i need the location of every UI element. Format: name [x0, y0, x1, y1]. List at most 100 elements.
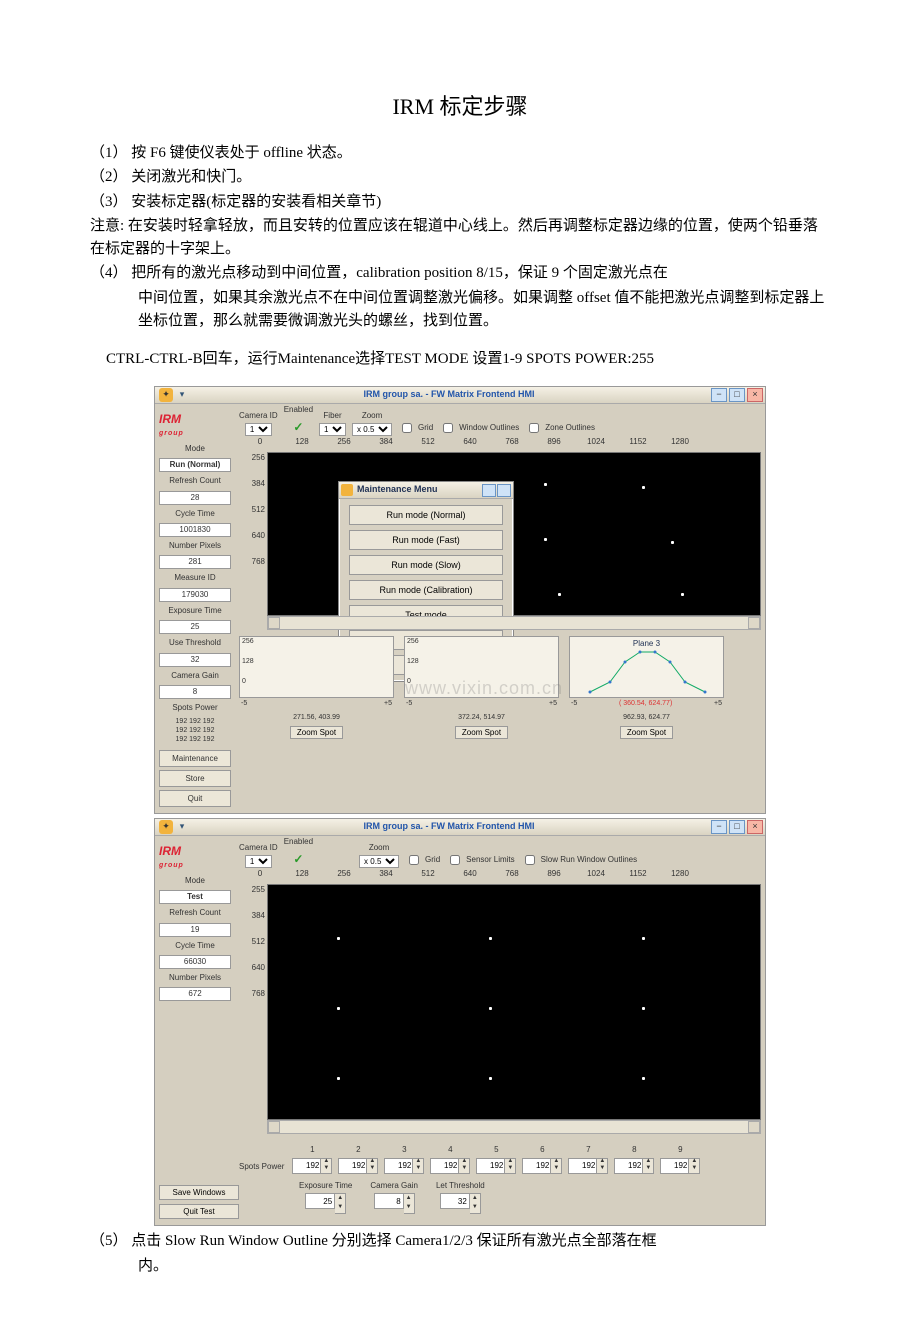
spot-power-input-8[interactable] [614, 1158, 643, 1174]
dropdown-icon[interactable]: ▾ [177, 820, 187, 834]
gear-icon[interactable]: ✦ [159, 388, 173, 402]
a-zo-label: Zone Outlines [545, 422, 595, 434]
a-exp-value: 25 [159, 620, 231, 634]
dropdown-icon[interactable]: ▾ [177, 388, 187, 402]
a-cg-value: 8 [159, 685, 231, 699]
b-zoom-label: Zoom [369, 842, 389, 854]
spot-power-input-5[interactable] [476, 1158, 505, 1174]
a-wo-label: Window Outlines [459, 422, 519, 434]
step-5a: （5） 点击 Slow Run Window Outline 分别选择 Came… [90, 1230, 830, 1253]
a-grid-check[interactable] [402, 423, 412, 433]
maintenance-menu-item[interactable]: Run mode (Fast) [349, 530, 503, 550]
b-mode-value: Test [159, 890, 231, 904]
a-plots-row: 2561280 -5+5 271.56, 403.99 Zoom Spot 25… [239, 636, 761, 740]
spot-power-input-6[interactable] [522, 1158, 551, 1174]
b-refresh-label: Refresh Count [159, 907, 231, 919]
maintenance-menu-item[interactable]: Run mode (Slow) [349, 555, 503, 575]
plot1-foot: 271.56, 403.99 [239, 713, 394, 724]
check-icon: ✓ [293, 850, 303, 869]
page-title: IRM 标定步骤 [90, 90, 830, 124]
a-zo-check[interactable] [529, 423, 539, 433]
a-zoom-select[interactable]: x 0.5 [352, 423, 392, 436]
spot-power-input-2[interactable] [338, 1158, 367, 1174]
spot-power-input-1[interactable] [292, 1158, 321, 1174]
step-4b: 中间位置，如果其余激光点不在中间位置调整激光偏移。如果调整 offset 值不能… [90, 287, 830, 334]
spot-power-input-3[interactable] [384, 1158, 413, 1174]
step-3: （3） 安装标定器(标定器的安装看相关章节) [90, 191, 830, 214]
maintenance-menu-item[interactable]: Run mode (Normal) [349, 505, 503, 525]
gear-icon[interactable]: ✦ [159, 820, 173, 834]
a-refresh-label: Refresh Count [159, 475, 231, 487]
minimize-button[interactable]: − [711, 388, 727, 402]
b-np-value: 672 [159, 987, 231, 1001]
b-ut-input[interactable] [440, 1193, 470, 1209]
spot-power-1: 1▲▼ [292, 1144, 332, 1173]
a-enabled-label: Enabled [284, 404, 313, 416]
spot-power-7: 7▲▼ [568, 1144, 608, 1173]
save-windows-button[interactable]: Save Windows [159, 1185, 239, 1200]
a-window-buttons: − □ × [711, 388, 765, 402]
b-exp-label: Exposure Time [299, 1180, 352, 1192]
b-srwo-check[interactable] [525, 855, 535, 865]
plot-1: 2561280 -5+5 271.56, 403.99 Zoom Spot [239, 636, 394, 740]
spot-power-3: 3▲▼ [384, 1144, 424, 1173]
b-grid-check[interactable] [409, 855, 419, 865]
b-sl-check[interactable] [450, 855, 460, 865]
a-mode-label: Mode [159, 443, 231, 455]
a-wo-check[interactable] [443, 423, 453, 433]
minimize-button[interactable]: − [711, 820, 727, 834]
a-fiber-select[interactable]: 1 [319, 423, 346, 436]
b-zoom-select[interactable]: x 0.5 [359, 855, 399, 868]
a-titlebar: ✦ ▾ IRM group sa. - FW Matrix Frontend H… [155, 387, 765, 404]
b-vruler: 255384512640768 [239, 884, 267, 1134]
b-exp-input[interactable] [305, 1193, 335, 1209]
maintenance-menu-item[interactable]: Run mode (Calibration) [349, 580, 503, 600]
a-cycle-value: 1001830 [159, 523, 231, 537]
zoom-spot-button-1[interactable]: Zoom Spot [290, 726, 343, 739]
b-spots-power-label: Spots Power [239, 1161, 284, 1173]
b-camera-view[interactable] [267, 884, 761, 1120]
b-hscroll[interactable] [267, 1120, 761, 1134]
maximize-button[interactable]: □ [729, 388, 745, 402]
a-camera-view[interactable]: Maintenance Menu Run mode (Normal)Run mo… [267, 452, 761, 616]
spot-power-input-9[interactable] [660, 1158, 689, 1174]
b-enabled-label: Enabled [284, 836, 313, 848]
maintenance-button[interactable]: Maintenance [159, 750, 231, 767]
irm-logo: IRMgroup [159, 410, 231, 439]
b-etc-row: Exposure Time▲▼ Camera Gain▲▼ Let Thresh… [299, 1180, 761, 1214]
a-hruler: 0128256384512640768896102411521280 [239, 436, 761, 452]
b-toprow: Camera ID1 Enabled✓ Zoomx 0.5 Grid Senso… [239, 838, 761, 868]
b-cycle-value: 66030 [159, 955, 231, 969]
b-cameraid-select[interactable]: 1 [245, 855, 272, 868]
b-np-label: Number Pixels [159, 972, 231, 984]
zoom-spot-button-3[interactable]: Zoom Spot [620, 726, 673, 739]
store-button[interactable]: Store [159, 770, 231, 787]
a-ut-value: 32 [159, 653, 231, 667]
zoom-spot-button-2[interactable]: Zoom Spot [455, 726, 508, 739]
document-page: IRM 标定步骤 （1） 按 F6 键使仪表处于 offline 状态。 （2）… [0, 0, 920, 1319]
close-button[interactable]: × [747, 820, 763, 834]
a-cycle-label: Cycle Time [159, 508, 231, 520]
quit-test-button[interactable]: Quit Test [159, 1204, 239, 1219]
b-cg-input[interactable] [374, 1193, 404, 1209]
a-sidebar: IRMgroup Mode Run (Normal) Refresh Count… [155, 404, 235, 813]
b-cameraid-label: Camera ID [239, 842, 278, 854]
b-sl-label: Sensor Limits [466, 854, 514, 866]
spot-power-input-7[interactable] [568, 1158, 597, 1174]
b-srwo-label: Slow Run Window Outlines [541, 854, 637, 866]
a-mid-value: 179030 [159, 588, 231, 602]
plot2-foot: 372.24, 514.97 [404, 713, 559, 724]
step-4a: （4） 把所有的激光点移动到中间位置，calibration position … [90, 262, 830, 285]
menu-max-button[interactable] [497, 484, 511, 497]
quit-button[interactable]: Quit [159, 790, 231, 807]
irm-logo: IRMgroup [159, 842, 231, 871]
menu-min-button[interactable] [482, 484, 496, 497]
maximize-button[interactable]: □ [729, 820, 745, 834]
plot-3: Plane 3 -5( 360.54, 624.77)+5 962.93, 62… [569, 636, 724, 740]
a-cameraid-select[interactable]: 1 [245, 423, 272, 436]
a-window-title: IRM group sa. - FW Matrix Frontend HMI [187, 388, 711, 402]
close-button[interactable]: × [747, 388, 763, 402]
check-icon: ✓ [293, 418, 303, 437]
spot-power-input-4[interactable] [430, 1158, 459, 1174]
a-hscroll[interactable] [267, 616, 761, 630]
